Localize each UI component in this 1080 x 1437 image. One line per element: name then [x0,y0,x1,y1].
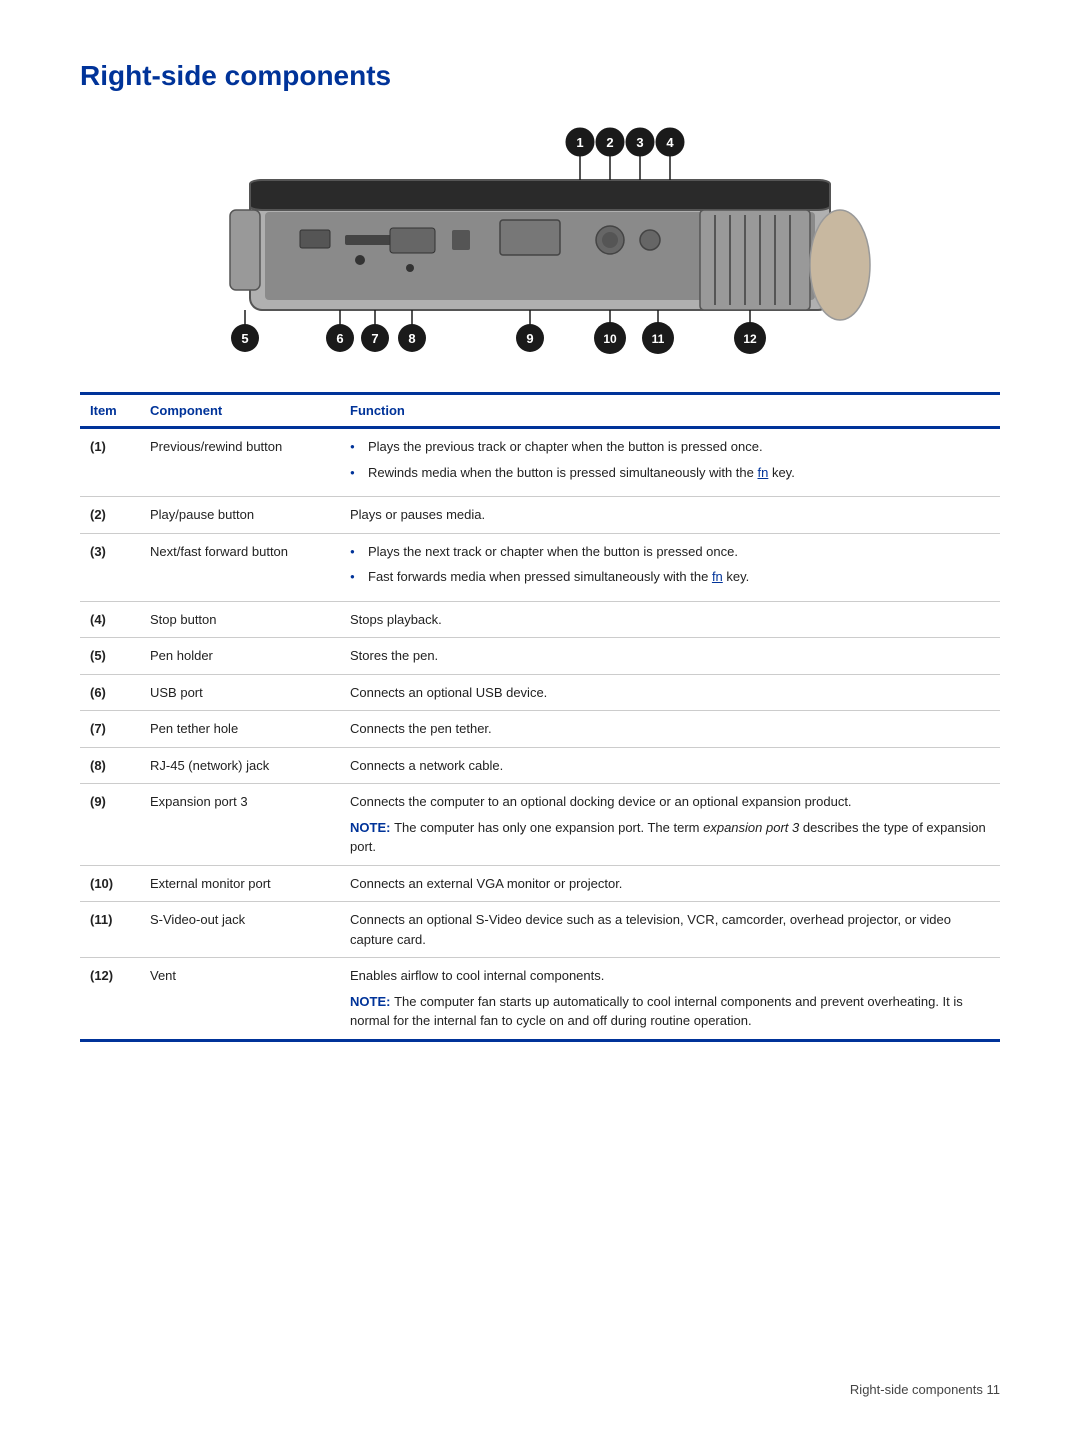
cell-function: Connects an external VGA monitor or proj… [340,865,1000,902]
table-row: (8)RJ-45 (network) jackConnects a networ… [80,747,1000,784]
cell-component: Vent [140,958,340,1041]
cell-function: Plays or pauses media. [340,497,1000,534]
table-header: Item Component Function [80,394,1000,428]
fn-key-reference: fn [712,569,723,584]
svg-text:2: 2 [606,135,613,150]
table-row: (9)Expansion port 3Connects the computer… [80,784,1000,866]
cell-function: Connects an optional S-Video device such… [340,902,1000,958]
cell-function: Connects the pen tether. [340,711,1000,748]
cell-component: Pen tether hole [140,711,340,748]
footer-text: Right-side components 11 [850,1382,1000,1397]
svg-text:3: 3 [636,135,643,150]
page-title: Right-side components [80,60,1000,92]
svg-text:4: 4 [666,135,674,150]
cell-item: (10) [80,865,140,902]
components-table: Item Component Function (1)Previous/rewi… [80,392,1000,1042]
cell-function: Plays the next track or chapter when the… [340,533,1000,601]
svg-text:5: 5 [241,331,248,346]
table-row: (3)Next/fast forward buttonPlays the nex… [80,533,1000,601]
svg-text:7: 7 [371,331,378,346]
svg-text:10: 10 [603,332,617,346]
cell-component: RJ-45 (network) jack [140,747,340,784]
cell-function: Connects the computer to an optional doc… [340,784,1000,866]
cell-function: Stores the pen. [340,638,1000,675]
svg-text:11: 11 [652,332,665,346]
cell-item: (11) [80,902,140,958]
cell-item: (6) [80,674,140,711]
cell-item: (2) [80,497,140,534]
cell-item: (3) [80,533,140,601]
cell-item: (4) [80,601,140,638]
cell-item: (1) [80,428,140,497]
note-label: NOTE: [350,994,394,1009]
table-row: (6)USB portConnects an optional USB devi… [80,674,1000,711]
cell-function: Enables airflow to cool internal compone… [340,958,1000,1041]
table-row: (5)Pen holderStores the pen. [80,638,1000,675]
cell-function: Plays the previous track or chapter when… [340,428,1000,497]
header-function: Function [340,394,1000,428]
svg-text:1: 1 [576,135,583,150]
header-component: Component [140,394,340,428]
fn-key-reference: fn [758,465,769,480]
cell-component: Pen holder [140,638,340,675]
cell-item: (9) [80,784,140,866]
cell-function: Stops playback. [340,601,1000,638]
cell-function: Connects an optional USB device. [340,674,1000,711]
page-footer: Right-side components 11 [850,1382,1000,1397]
table-row: (10)External monitor portConnects an ext… [80,865,1000,902]
cell-component: Stop button [140,601,340,638]
cell-item: (5) [80,638,140,675]
cell-component: USB port [140,674,340,711]
table-body: (1)Previous/rewind buttonPlays the previ… [80,428,1000,1041]
table-row: (7)Pen tether holeConnects the pen tethe… [80,711,1000,748]
cell-component: Next/fast forward button [140,533,340,601]
svg-text:8: 8 [408,331,415,346]
cell-component: S-Video-out jack [140,902,340,958]
table-row: (12)VentEnables airflow to cool internal… [80,958,1000,1041]
table-row: (1)Previous/rewind buttonPlays the previ… [80,428,1000,497]
cell-component: Play/pause button [140,497,340,534]
table-row: (4)Stop buttonStops playback. [80,601,1000,638]
table-row: (2)Play/pause buttonPlays or pauses medi… [80,497,1000,534]
cell-component: External monitor port [140,865,340,902]
cell-item: (7) [80,711,140,748]
cell-component: Expansion port 3 [140,784,340,866]
svg-text:6: 6 [336,331,343,346]
cell-function: Connects a network cable. [340,747,1000,784]
cell-item: (12) [80,958,140,1041]
header-item: Item [80,394,140,428]
table-row: (11)S-Video-out jackConnects an optional… [80,902,1000,958]
diagram-area: 1 2 3 4 5 6 7 8 9 [80,120,1000,360]
laptop-diagram-svg: 1 2 3 4 5 6 7 8 9 [190,120,890,360]
svg-text:9: 9 [526,331,533,346]
note-label: NOTE: [350,820,394,835]
svg-text:12: 12 [743,332,757,346]
cell-item: (8) [80,747,140,784]
cell-component: Previous/rewind button [140,428,340,497]
